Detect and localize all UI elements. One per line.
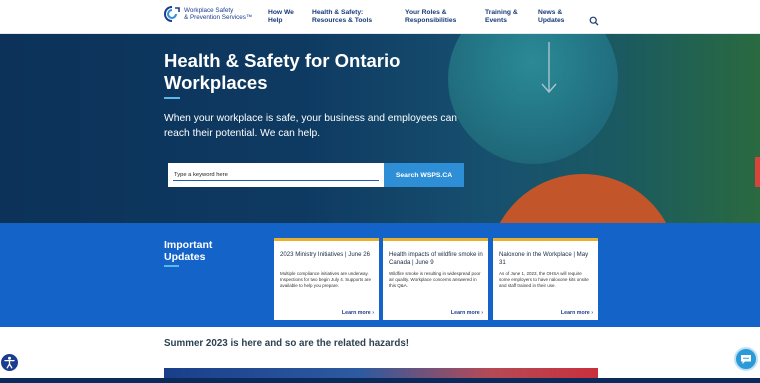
update-card-title: Health impacts of wildfire smoke in Cana… xyxy=(389,251,483,266)
hero-title: Health & Safety for Ontario Workplaces xyxy=(164,50,401,93)
header-search-button[interactable] xyxy=(589,13,599,26)
nav-label-line-1: Your Roles & xyxy=(405,9,447,16)
update-card-title: 2023 Ministry Initiatives | June 26 xyxy=(280,251,370,258)
update-card-title: Naloxone in the Workplace | May 31 xyxy=(499,251,589,266)
hero-subtitle: When your workplace is safe, your busine… xyxy=(164,113,458,139)
nav-item-how-we-help[interactable]: How We Help xyxy=(268,9,294,24)
learn-more-link[interactable]: Learn more › xyxy=(451,310,483,316)
nav-label-line-2: Resources & Tools xyxy=(312,16,373,24)
logo-line-2: & Prevention Services™ xyxy=(184,14,253,21)
nav-label-line-2: Help xyxy=(268,16,283,24)
site-header: Workplace Safety & Prevention Services™ … xyxy=(0,0,760,34)
update-card-body: As of June 1, 2023, the OHSA will requir… xyxy=(499,271,589,288)
nav-item-health-safety[interactable]: Health & Safety: Resources & Tools xyxy=(312,9,372,24)
update-card[interactable]: Naloxone in the Workplace | May 31 As of… xyxy=(493,238,598,320)
nav-item-news[interactable]: News & Updates xyxy=(538,9,564,24)
search-input-underline xyxy=(173,180,379,181)
updates-heading-underline xyxy=(164,265,179,267)
update-card[interactable]: Health impacts of wildfire smoke in Cana… xyxy=(383,238,488,320)
nav-item-training[interactable]: Training & Events xyxy=(485,9,518,24)
chat-button[interactable] xyxy=(734,347,758,371)
logo-text: Workplace Safety & Prevention Services™ xyxy=(184,7,252,22)
nav-label-line-1: How We xyxy=(268,9,294,16)
hazards-banner-image[interactable] xyxy=(164,368,598,378)
decorative-circle xyxy=(488,174,678,223)
learn-more-link[interactable]: Learn more › xyxy=(342,310,374,316)
updates-heading: Important Updates xyxy=(164,239,213,263)
learn-more-link[interactable]: Learn more › xyxy=(561,310,593,316)
nav-label-line-2: Events xyxy=(485,16,507,24)
hero-banner: Health & Safety for Ontario Workplaces W… xyxy=(0,34,760,223)
search-submit-button[interactable]: Search WSPS.CA xyxy=(384,163,464,187)
accessibility-button[interactable] xyxy=(1,354,18,371)
site-search: Search WSPS.CA xyxy=(168,163,464,187)
logo-line-1: Workplace Safety xyxy=(184,6,234,14)
accessibility-icon xyxy=(4,356,15,369)
update-card[interactable]: 2023 Ministry Initiatives | June 26 Mult… xyxy=(274,238,379,320)
nav-label-line-2: Responsibilities xyxy=(405,16,457,24)
logo-mark-icon xyxy=(164,6,180,22)
feedback-tab[interactable] xyxy=(755,157,760,187)
chat-icon xyxy=(741,355,751,364)
nav-label-line-1: Health & Safety: xyxy=(312,9,364,16)
wsps-logo[interactable]: Workplace Safety & Prevention Services™ xyxy=(164,6,252,22)
search-input[interactable] xyxy=(168,163,384,187)
update-card-body: Multiple compliance initiatives are unde… xyxy=(280,271,372,288)
important-updates-section: Important Updates 2023 Ministry Initiati… xyxy=(0,223,760,327)
search-icon xyxy=(589,16,599,26)
decorative-circle xyxy=(448,34,618,164)
section-heading: Summer 2023 is here and so are the relat… xyxy=(164,338,410,349)
nav-item-roles[interactable]: Your Roles & Responsibilities xyxy=(405,9,456,24)
nav-label-line-1: Training & xyxy=(485,9,518,16)
nav-label-line-2: Updates xyxy=(538,16,565,24)
bottom-bar xyxy=(0,378,760,383)
nav-label-line-1: News & xyxy=(538,9,563,16)
hero-title-underline xyxy=(164,97,180,99)
update-card-body: Wildfire smoke is resulting in widesprea… xyxy=(389,271,481,288)
arrow-down-icon xyxy=(541,42,557,94)
